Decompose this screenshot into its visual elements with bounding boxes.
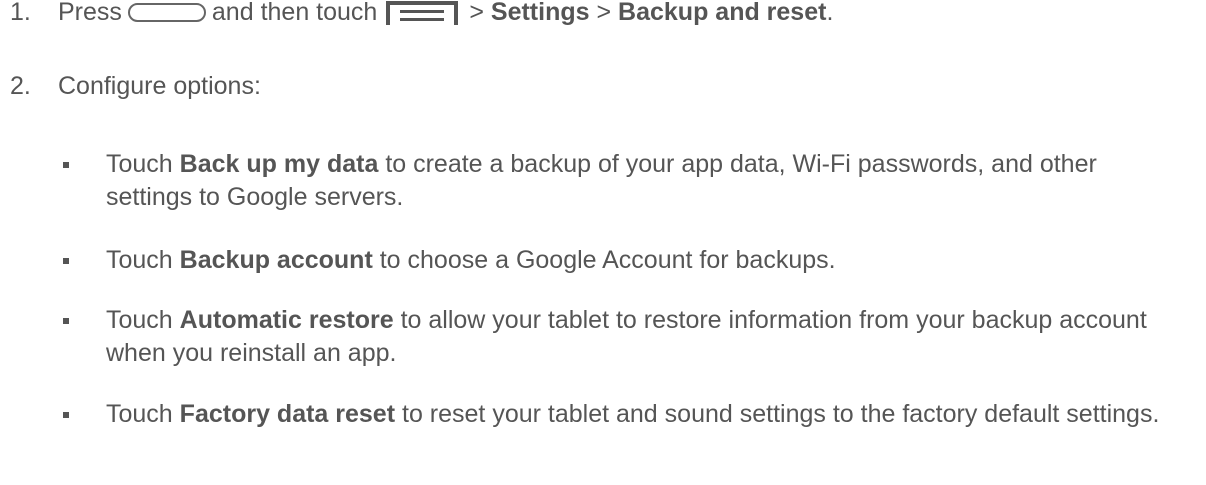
option-name: Back up my data	[179, 150, 379, 178]
bullet-icon	[63, 412, 69, 418]
step-number: 1.	[10, 0, 31, 26]
list-item: Touch Backup account to choose a Google …	[63, 244, 1186, 277]
list-item: Touch Automatic restore to allow your ta…	[63, 304, 1186, 370]
option-name: Factory data reset	[179, 400, 396, 428]
option-name: Automatic restore	[179, 306, 394, 334]
settings-label: Settings	[490, 0, 590, 26]
step-1-text: Press and then touch > Settings > Backup…	[58, 0, 833, 27]
touch-text: Touch	[106, 400, 173, 428]
menu-key-icon	[386, 0, 462, 25]
bullet-icon	[63, 318, 69, 324]
step-number: 2.	[10, 72, 31, 100]
option-name: Backup account	[179, 246, 373, 274]
option-description: to choose a Google Account for backups.	[379, 246, 836, 274]
list-item: Touch Back up my data to create a backup…	[63, 148, 1186, 214]
touch-text: Touch	[106, 306, 173, 334]
step-2-text: Configure options:	[58, 72, 261, 100]
period: .	[826, 0, 834, 26]
touch-text: Touch	[106, 150, 173, 178]
home-key-icon	[127, 2, 206, 22]
touch-text: Touch	[106, 246, 173, 274]
bullet-icon	[63, 258, 69, 264]
option-description: to reset your tablet and sound settings …	[402, 400, 1160, 428]
then-touch-text: and then touch	[211, 0, 378, 26]
list-item: Touch Factory data reset to reset your t…	[63, 398, 1186, 431]
separator: >	[469, 0, 484, 26]
backup-reset-label: Backup and reset	[618, 0, 827, 26]
bullet-icon	[63, 162, 69, 168]
press-text: Press	[58, 0, 122, 26]
separator: >	[596, 0, 612, 26]
